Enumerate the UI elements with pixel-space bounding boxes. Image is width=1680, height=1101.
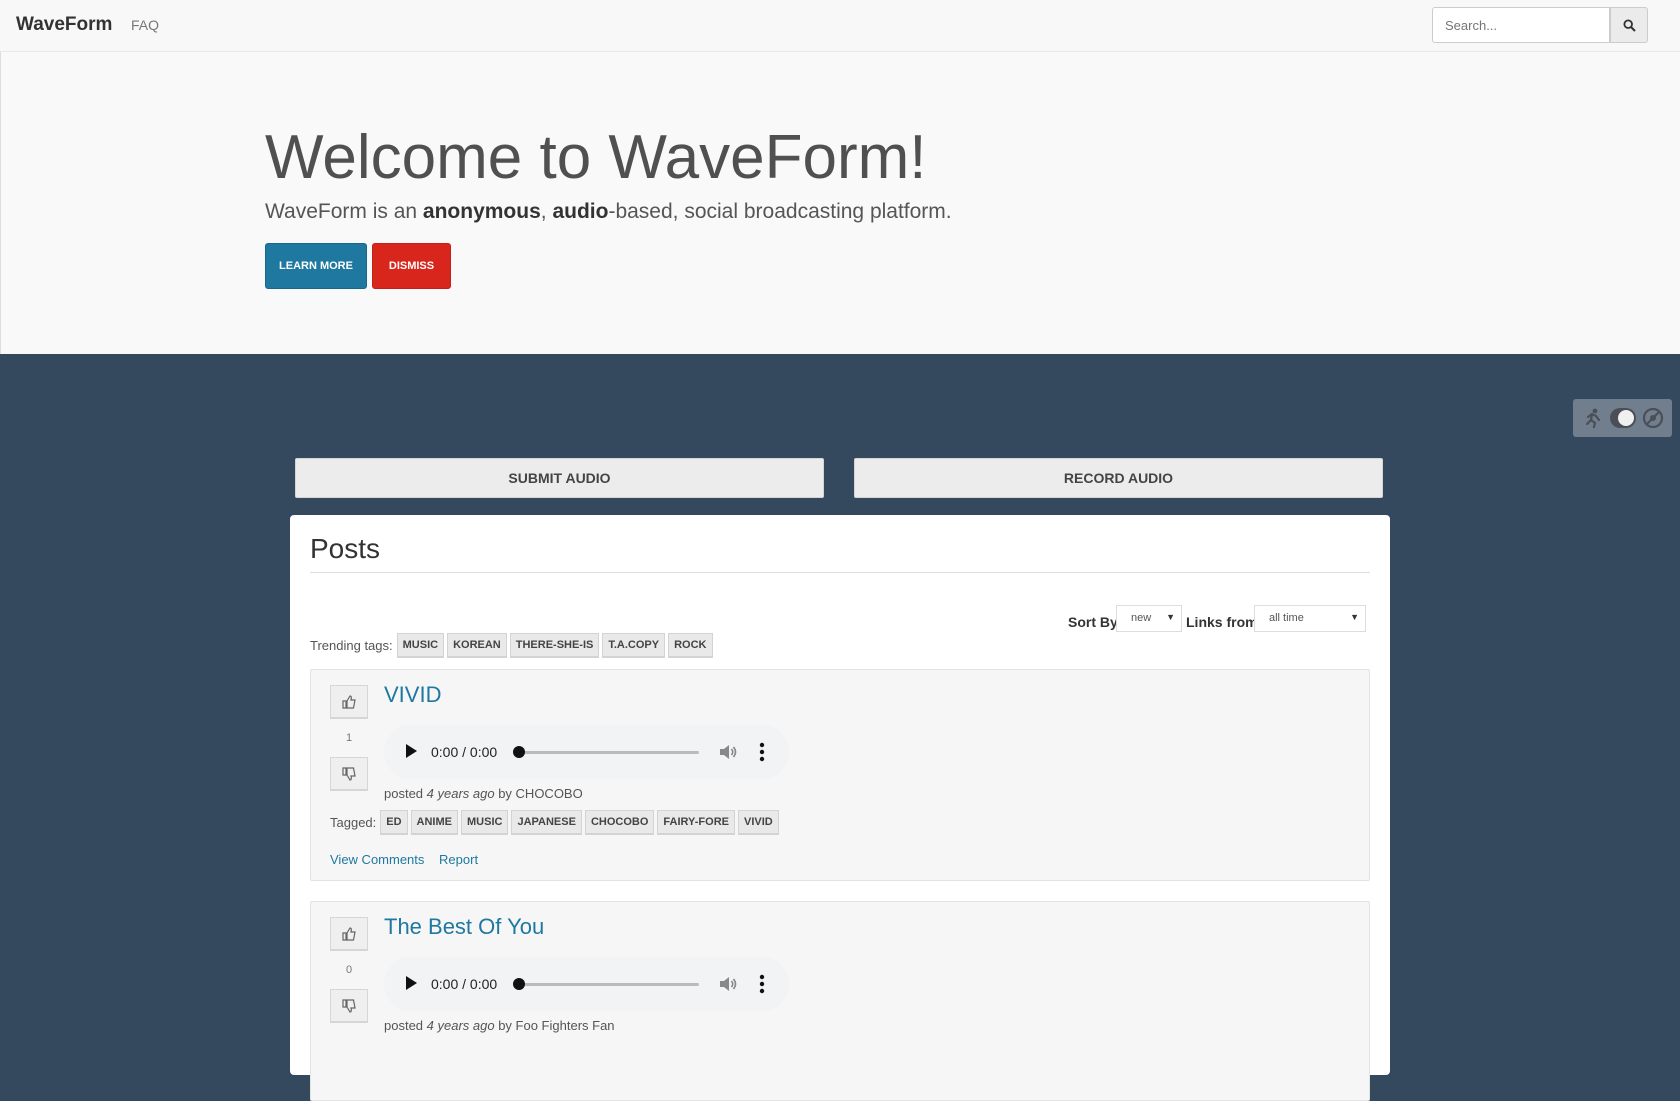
search-button[interactable] xyxy=(1610,7,1648,43)
brand-link[interactable]: WaveForm xyxy=(16,14,112,36)
chevron-down-icon: ▼ xyxy=(1350,612,1359,622)
chevron-down-icon: ▼ xyxy=(1166,612,1175,622)
more-options-icon[interactable] xyxy=(759,974,765,994)
tag[interactable]: ED xyxy=(380,810,408,835)
post-title-link[interactable]: VIVID xyxy=(384,682,441,708)
posts-panel: Posts Sort By new ▼ Links from all time ▼ … xyxy=(290,515,1390,1101)
downvote-button[interactable] xyxy=(330,757,368,791)
audio-player: 0:00 / 0:00 xyxy=(384,725,789,779)
tag[interactable]: MUSIC xyxy=(461,810,509,835)
volume-icon[interactable] xyxy=(718,742,738,762)
learn-more-button[interactable]: LEARN MORE xyxy=(265,243,367,289)
search-form xyxy=(1432,7,1648,43)
play-icon[interactable] xyxy=(404,975,418,991)
post-actions: View Comments Report xyxy=(330,852,489,867)
view-comments-link[interactable]: View Comments xyxy=(330,852,424,867)
vote-count: 1 xyxy=(345,732,353,744)
links-from-select[interactable]: all time ▼ xyxy=(1254,605,1366,632)
tag[interactable]: JAPANESE xyxy=(511,810,582,835)
tag[interactable]: ANIME xyxy=(410,810,458,835)
sort-by-select[interactable]: new ▼ xyxy=(1116,605,1182,632)
tagged-label: Tagged: xyxy=(330,815,377,830)
divider xyxy=(310,572,1370,573)
record-audio-button[interactable]: RECORD AUDIO xyxy=(854,458,1383,498)
play-icon[interactable] xyxy=(404,743,418,759)
tag[interactable]: ROCK xyxy=(668,633,713,658)
running-person-icon[interactable] xyxy=(1582,407,1604,429)
hero-title: Welcome to WaveForm! xyxy=(265,123,927,192)
navbar: WaveForm FAQ xyxy=(0,0,1680,52)
post-tags: Tagged: ED ANIME MUSIC JAPANESE CHOCOBO … xyxy=(330,810,782,835)
volume-icon[interactable] xyxy=(718,974,738,994)
audio-progress-bar[interactable] xyxy=(519,983,699,986)
upvote-button[interactable] xyxy=(330,685,368,719)
tag[interactable]: MUSIC xyxy=(396,633,445,658)
submit-audio-button[interactable]: SUBMIT AUDIO xyxy=(295,458,824,498)
audio-player: 0:00 / 0:00 xyxy=(384,957,789,1011)
tag[interactable]: THERE-SHE-IS xyxy=(509,633,600,658)
tag[interactable]: KOREAN xyxy=(447,633,507,658)
sort-by-label: Sort By xyxy=(1068,614,1118,630)
hero: Welcome to WaveForm! WaveForm is an anon… xyxy=(0,52,1680,354)
post-meta: posted 4 years ago by CHOCOBO xyxy=(384,786,583,801)
post-meta: posted 4 years ago by Foo Fighters Fan xyxy=(384,1018,615,1033)
report-link[interactable]: Report xyxy=(439,852,478,867)
tag[interactable]: FAIRY-FORE xyxy=(657,810,735,835)
audio-progress-knob[interactable] xyxy=(513,746,525,758)
search-icon xyxy=(1622,18,1636,32)
audio-time: 0:00 / 0:00 xyxy=(431,744,498,760)
sort-controls: Sort By new ▼ Links from all time ▼ xyxy=(1068,605,1370,633)
thumbs-up-icon xyxy=(342,694,356,709)
audio-progress-bar[interactable] xyxy=(519,751,699,754)
vote-controls: 1 xyxy=(330,685,368,791)
downvote-button[interactable] xyxy=(330,989,368,1023)
trending-label: Trending tags: xyxy=(310,638,393,653)
hero-lead: WaveForm is an anonymous, audio-based, s… xyxy=(265,200,952,223)
post-title-link[interactable]: The Best Of You xyxy=(384,914,544,940)
tag[interactable]: CHOCOBO xyxy=(584,810,655,835)
links-from-label: Links from xyxy=(1186,614,1258,630)
audio-time: 0:00 / 0:00 xyxy=(431,976,498,992)
post-card: 0 The Best Of You 0:00 / 0:00 posted 4 y… xyxy=(310,901,1370,1101)
thumbs-up-icon xyxy=(342,926,356,941)
dismiss-button[interactable]: DISMISS xyxy=(372,243,451,289)
tag[interactable]: VIVID xyxy=(738,810,779,835)
vote-count: 0 xyxy=(345,964,353,976)
tag[interactable]: T.A.COPY xyxy=(602,633,666,658)
audio-progress-knob[interactable] xyxy=(513,978,525,990)
upvote-button[interactable] xyxy=(330,917,368,951)
no-motion-icon[interactable] xyxy=(1642,407,1664,429)
thumbs-down-icon xyxy=(342,766,356,781)
post-card: 1 VIVID 0:00 / 0:00 posted 4 years ago b… xyxy=(310,669,1370,881)
vote-controls: 0 xyxy=(330,917,368,1023)
search-input[interactable] xyxy=(1432,7,1610,43)
posts-title: Posts xyxy=(310,533,381,564)
accessibility-toolbar xyxy=(1573,399,1672,437)
thumbs-down-icon xyxy=(342,998,356,1013)
nav-faq-link[interactable]: FAQ xyxy=(131,17,159,33)
trending-tags: Trending tags: MUSIC KOREAN THERE-SHE-IS… xyxy=(310,633,716,658)
more-options-icon[interactable] xyxy=(759,742,765,762)
contrast-toggle-icon[interactable] xyxy=(1609,407,1637,429)
